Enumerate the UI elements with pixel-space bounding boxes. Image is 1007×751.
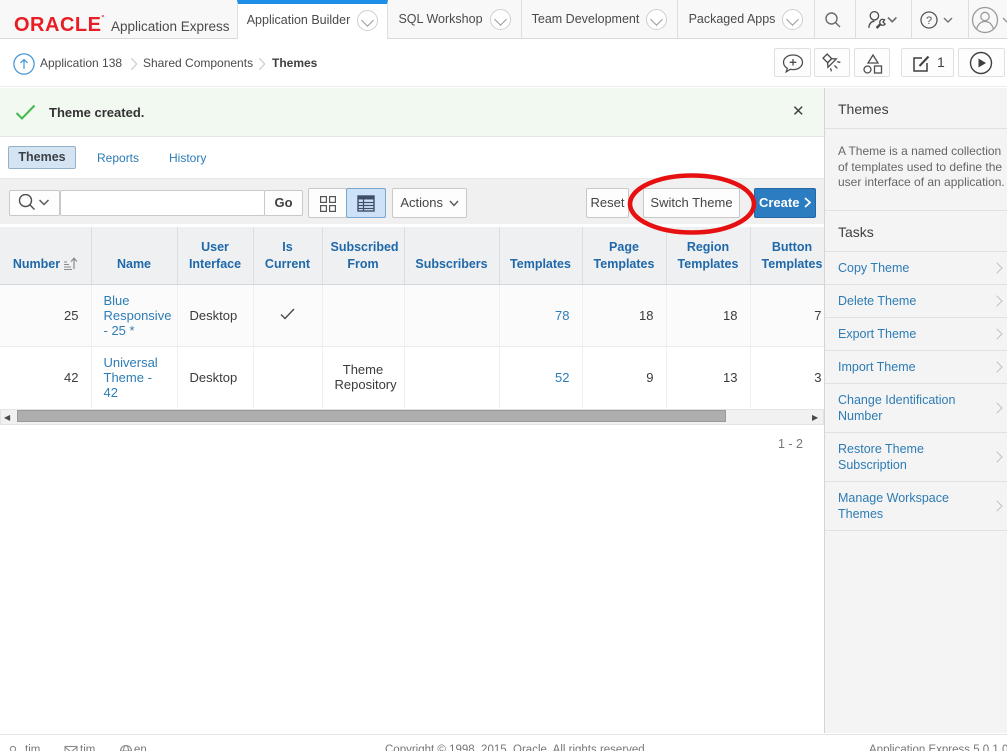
svg-text:?: ? bbox=[926, 15, 932, 27]
